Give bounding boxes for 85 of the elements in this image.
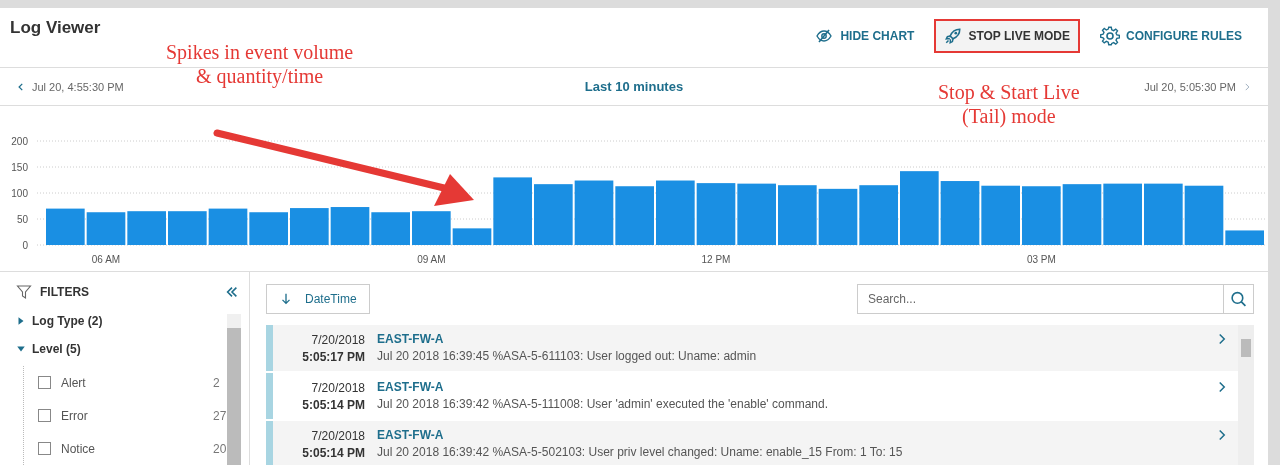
bar (778, 185, 817, 245)
level-stripe (266, 421, 273, 465)
bar (127, 211, 166, 245)
log-source: EAST-FW-A (377, 331, 444, 348)
sort-button[interactable]: DateTime (266, 284, 370, 314)
log-row[interactable]: 7/20/2018 5:05:14 PM EAST-FW-A Jul 20 2018 16:39:42 %ASA-5-502103: User priv level changed: Uname: enable_15 From: 1 To: 15 (266, 421, 1238, 465)
rocket-icon (944, 27, 963, 45)
annotation-text: Spikes in event volume & quantity/time (166, 40, 354, 88)
funnel-icon (16, 284, 32, 300)
bar (737, 183, 776, 245)
time-range-label: Last 10 minutes (584, 79, 684, 94)
log-source: EAST-FW-A (377, 427, 444, 444)
next-range-button[interactable]: Jul 20, 5:05:30 PM (1138, 79, 1258, 94)
scrollbar[interactable] (1238, 325, 1254, 465)
log-time: 5:05:17 PM (301, 349, 365, 366)
live-mode-button[interactable]: STOP LIVE MODE (934, 19, 1080, 53)
bar (656, 180, 695, 245)
search-button[interactable] (1223, 284, 1254, 314)
collapse-button[interactable] (225, 285, 239, 299)
caret-down-icon (16, 344, 26, 354)
log-message: Jul 20 2018 16:39:42 %ASA-5-111008: User 'admin' executed the 'enable' command. (377, 396, 829, 413)
bar (249, 212, 288, 245)
filter-option: Error (61, 408, 203, 423)
x-axis-label: 06 AM (91, 254, 121, 265)
bar (330, 207, 370, 245)
filters-title: FILTERS (40, 285, 90, 299)
bar (86, 212, 126, 245)
previous-range-button[interactable]: Jul 20, 4:55:30 PM (10, 79, 130, 94)
log-time: 5:05:14 PM (301, 445, 365, 462)
filter-option: Alert (61, 375, 203, 390)
filter-option: Notice (61, 441, 203, 456)
bar (940, 181, 980, 245)
bar (534, 184, 573, 245)
bar (574, 180, 614, 245)
configure-rules-button[interactable]: CONFIGURE RULES (1090, 18, 1252, 54)
filter-count: 2 (213, 375, 221, 390)
log-message: Jul 20 2018 16:39:42 %ASA-5-502103: User priv level changed: Uname: enable_15 From: 1 To: 15 (377, 444, 904, 461)
bar (1022, 186, 1061, 245)
bar (1103, 183, 1142, 245)
search-field[interactable]: Search... (857, 284, 1223, 314)
x-axis-label: 09 AM (417, 254, 446, 265)
caret-right-icon (16, 316, 26, 326)
log-date: 7/20/2018 (311, 381, 365, 395)
search-icon (1230, 290, 1247, 308)
bar (290, 208, 329, 245)
filter-group[interactable]: Log Type (2) (16, 314, 103, 328)
checkbox[interactable] (38, 442, 51, 455)
chevron-right-icon (1242, 81, 1252, 92)
checkbox[interactable] (38, 409, 51, 422)
double-chevron-left-icon (225, 285, 239, 299)
level-stripe (266, 373, 273, 419)
bar (1144, 183, 1183, 245)
y-axis-label: 50 (16, 214, 28, 225)
level-stripe (266, 325, 273, 371)
filter-group[interactable]: Level (5) (16, 342, 81, 356)
log-row[interactable]: 7/20/2018 5:05:17 PM EAST-FW-A Jul 20 2018 16:39:45 %ASA-5-611103: User logged out: Uname: admin (266, 325, 1238, 371)
log-time: 5:05:14 PM (301, 397, 365, 414)
bar (981, 185, 1020, 245)
x-axis-label: 03 PM (1026, 254, 1056, 265)
bar (208, 208, 248, 245)
bar (168, 211, 207, 245)
bar (859, 185, 898, 245)
y-axis-label: 150 (11, 162, 28, 173)
scrollbar[interactable] (227, 314, 241, 465)
chevron-left-icon (16, 81, 26, 92)
bar (696, 183, 736, 245)
log-message: Jul 20 2018 16:39:45 %ASA-5-611103: User logged out: Uname: admin (377, 348, 758, 365)
bar (818, 188, 858, 245)
bar (371, 212, 410, 245)
bar (46, 208, 85, 245)
y-axis-label: 200 (11, 136, 28, 147)
window-title: Log Viewer (10, 18, 101, 38)
x-axis-label: 12 PM (701, 254, 731, 265)
annotation-text: Stop & Start Live (Tail) mode (938, 80, 1080, 128)
bar (615, 186, 654, 245)
y-axis-label: 100 (11, 188, 28, 199)
arrow-down-icon (279, 292, 293, 306)
log-date: 7/20/2018 (311, 333, 365, 347)
hide-chart-button[interactable]: HIDE CHART (804, 20, 925, 52)
gear-icon (1100, 26, 1120, 46)
log-date: 7/20/2018 (311, 429, 365, 443)
bar (1062, 184, 1102, 245)
y-axis-label: 0 (22, 240, 28, 251)
checkbox[interactable] (38, 376, 51, 389)
log-source: EAST-FW-A (377, 379, 444, 396)
